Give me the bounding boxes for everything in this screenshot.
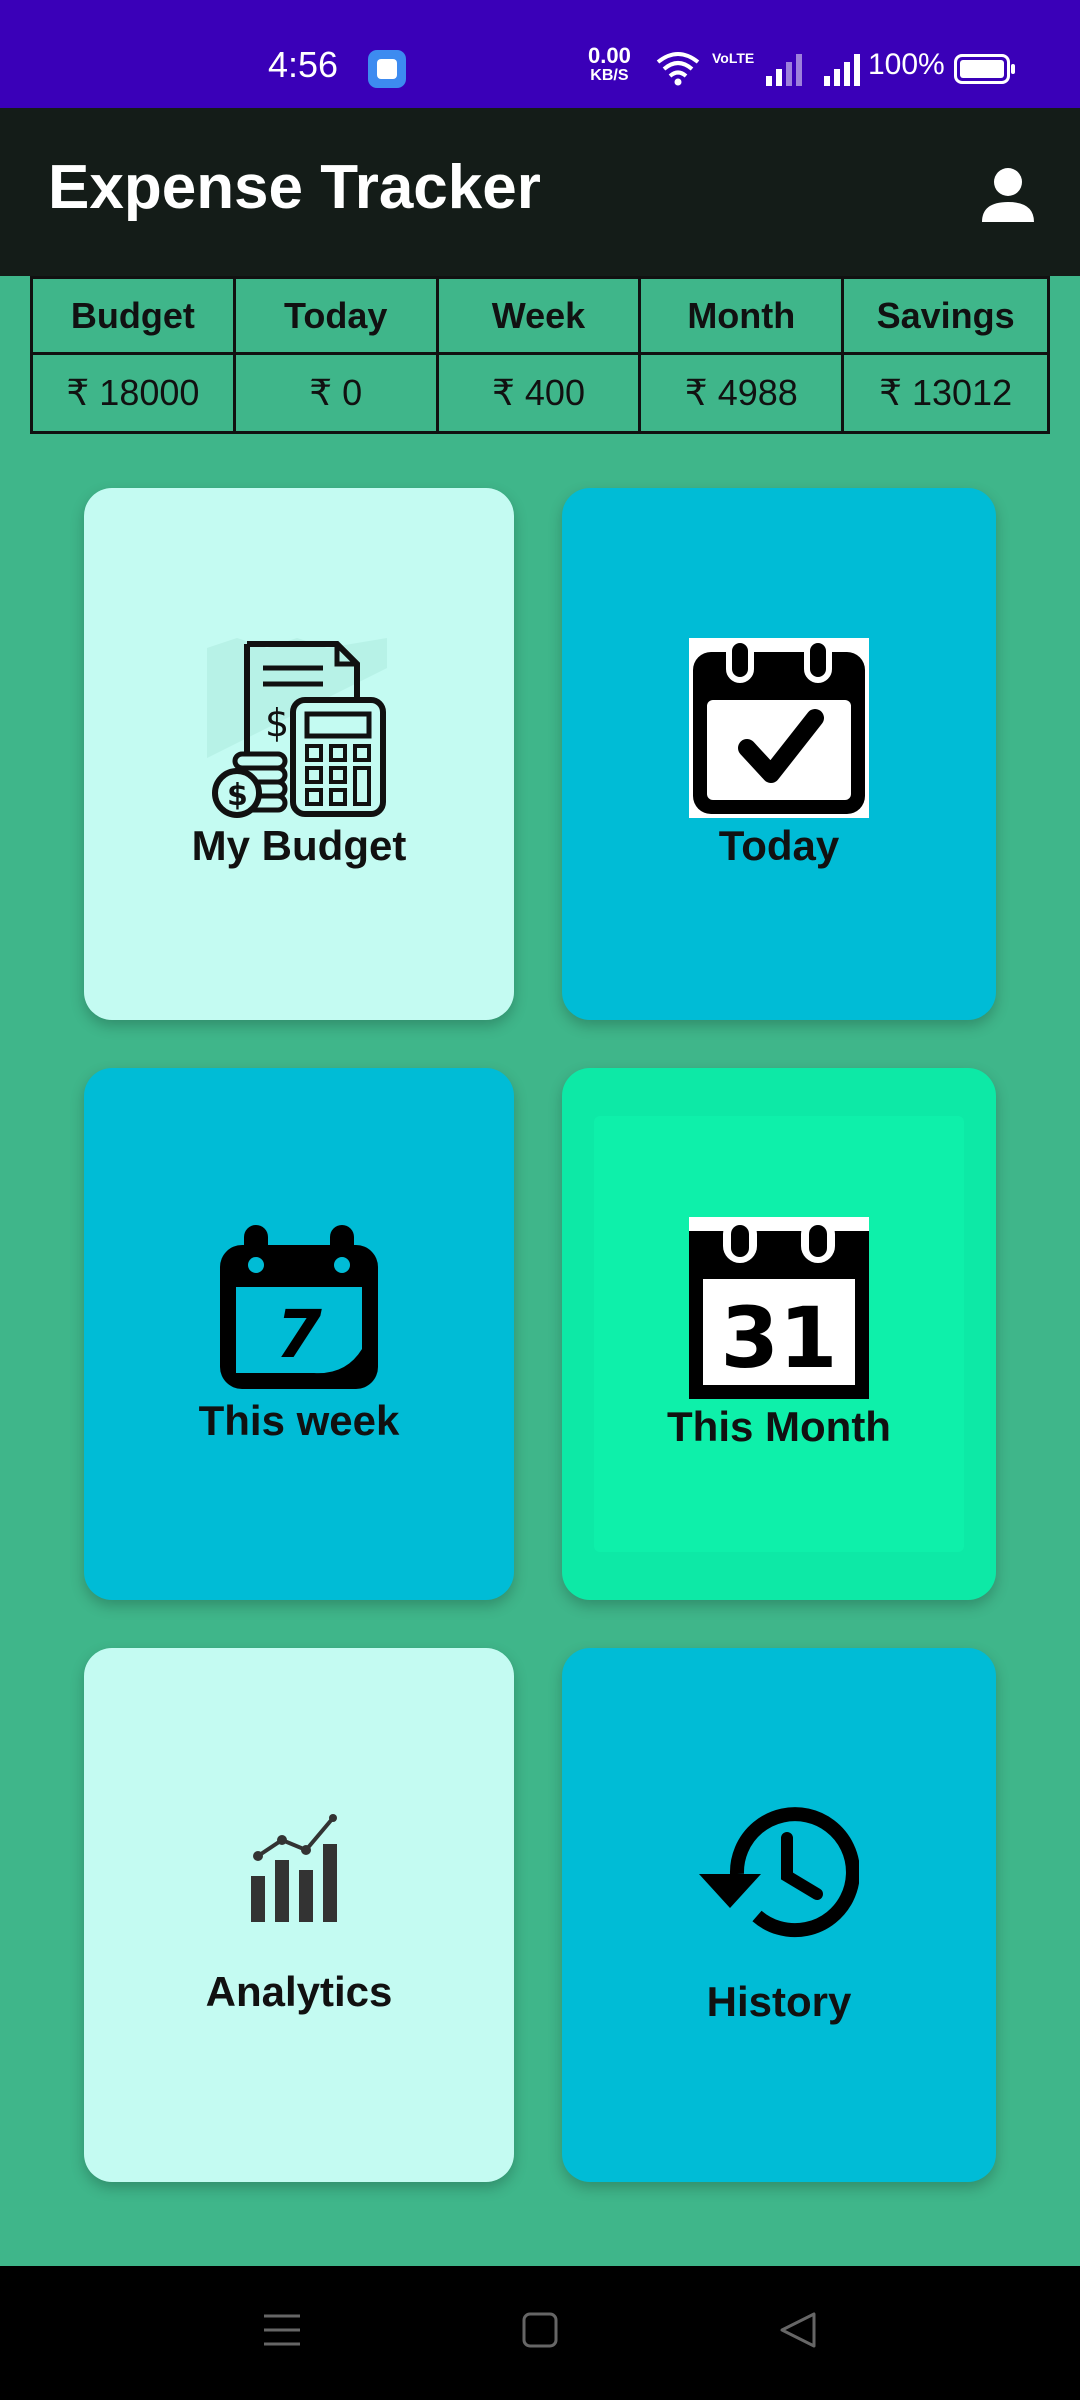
summary-header-savings: Savings: [844, 279, 1047, 355]
summary-header-month: Month: [641, 279, 845, 355]
this-week-card[interactable]: 7 This week: [84, 1068, 514, 1600]
analytics-chart-icon: [251, 1814, 337, 1922]
this-month-label: This Month: [667, 1403, 891, 1450]
battery-percent: 100%: [868, 48, 945, 81]
analytics-label: Analytics: [205, 1968, 393, 2015]
summary-value-budget: ₹ 18000: [33, 355, 236, 431]
summary-value-week: ₹ 400: [439, 355, 642, 431]
calendar-7-icon: 7: [220, 1225, 378, 1389]
system-nav-bar: [0, 2266, 1080, 2400]
calendar-week-number: 7: [276, 1296, 322, 1373]
menu-icon[interactable]: [262, 2310, 302, 2350]
analytics-card[interactable]: Analytics: [84, 1648, 514, 2182]
calendar-check-icon: [689, 638, 869, 818]
wifi-icon: [656, 52, 700, 86]
my-budget-card[interactable]: $ $ My Budget: [84, 488, 514, 1020]
summary-table: Budget Today Week Month Savings ₹ 18000 …: [30, 276, 1050, 434]
back-triangle-icon[interactable]: [778, 2310, 818, 2350]
page-title: Expense Tracker: [48, 153, 541, 222]
summary-value-today: ₹ 0: [236, 355, 439, 431]
home-square-icon[interactable]: [520, 2310, 560, 2350]
network-speed-value: 0.00: [588, 43, 631, 68]
signal-sim1-icon: [766, 54, 802, 86]
app-bar: Expense Tracker: [0, 108, 1080, 276]
svg-text:$: $: [265, 701, 289, 745]
calendar-31-icon: 31: [689, 1217, 869, 1399]
history-card[interactable]: History: [562, 1648, 996, 2182]
this-week-label: This week: [198, 1397, 400, 1444]
profile-icon[interactable]: [970, 158, 1046, 234]
this-month-card[interactable]: 31 This Month: [562, 1068, 996, 1600]
notification-app-icon: [368, 50, 406, 88]
volte-indicator: VoLTE: [712, 50, 755, 66]
status-time: 4:56: [268, 44, 339, 85]
summary-header-budget: Budget: [33, 279, 236, 355]
summary-header-week: Week: [438, 279, 642, 355]
history-label: History: [706, 1978, 852, 2025]
today-card[interactable]: Today: [562, 488, 996, 1020]
network-speed-unit: KB/S: [590, 67, 629, 84]
battery-icon: [954, 54, 1015, 84]
signal-sim2-icon: [824, 54, 860, 86]
status-bar: 4:56 0.00 KB/S VoLTE 100%: [0, 0, 1080, 108]
summary-value-savings: ₹ 13012: [879, 372, 1013, 413]
calendar-month-number: 31: [721, 1289, 838, 1387]
summary-header-today: Today: [235, 279, 439, 355]
history-clock-icon: [699, 1807, 859, 1938]
today-label: Today: [718, 822, 840, 869]
svg-text:$: $: [227, 778, 248, 813]
budget-calculator-icon: $ $: [207, 638, 387, 818]
network-speed: 0.00 KB/S: [588, 43, 631, 86]
my-budget-label: My Budget: [191, 822, 407, 869]
summary-value-month: ₹ 4988: [641, 355, 845, 431]
